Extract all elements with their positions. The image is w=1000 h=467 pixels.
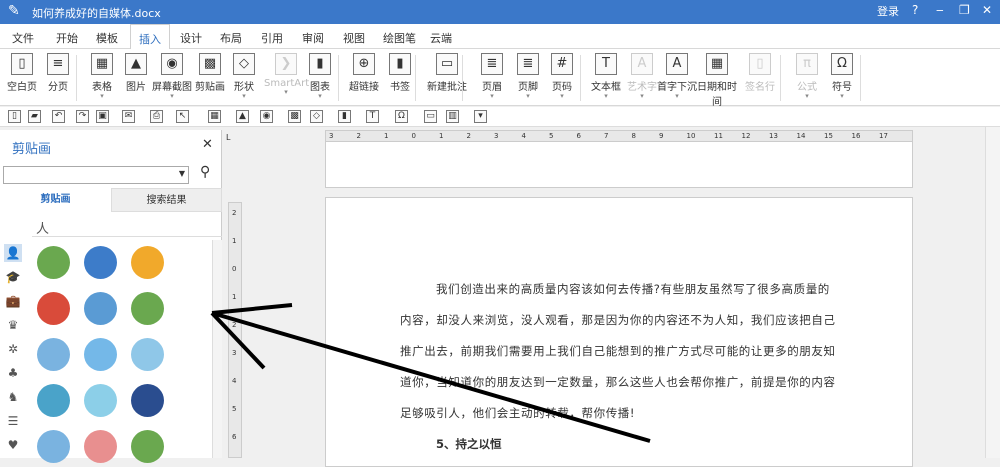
arrow-head-upper <box>211 303 293 315</box>
arrow-shaft <box>211 311 651 443</box>
annotation-arrow <box>210 303 651 443</box>
